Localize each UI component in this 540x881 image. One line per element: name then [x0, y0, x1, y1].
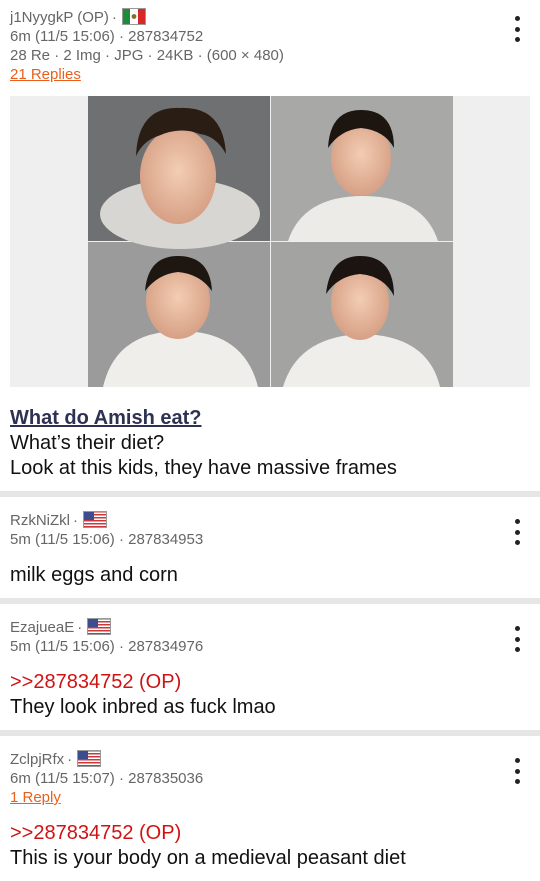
thread-image-thumbnail[interactable]: [10, 96, 530, 387]
reply-post: ZclpjRfx · 6m (11/5 15:07) · 287835036 1 …: [0, 736, 540, 881]
poster-name[interactable]: RzkNiZkl: [10, 512, 70, 529]
post-timestamp-id: 6m (11/5 15:06) · 287834752: [10, 28, 204, 45]
overflow-menu-icon[interactable]: [512, 626, 522, 652]
post-text-line: They look inbred as fuck lmao: [10, 696, 276, 718]
usa-flag-icon: [77, 750, 102, 767]
poster-name[interactable]: j1NyygkP (OP): [10, 9, 109, 26]
overflow-menu-icon[interactable]: [512, 519, 522, 545]
quote-link[interactable]: >>287834752 (OP): [10, 821, 530, 846]
post-timestamp-id: 5m (11/5 15:06) · 287834953: [10, 531, 204, 548]
reply-post: RzkNiZkl · 5m (11/5 15:06) · 287834953 mi…: [0, 497, 540, 598]
poster-name[interactable]: EzajueaE: [10, 619, 74, 636]
post-text-line: Look at this kids, they have massive fra…: [10, 457, 397, 479]
replies-link[interactable]: 21 Replies: [10, 65, 530, 84]
post-header: RzkNiZkl ·: [10, 511, 530, 530]
overflow-menu-icon[interactable]: [512, 16, 522, 42]
poster-name[interactable]: ZclpjRfx: [10, 751, 64, 768]
post-header: j1NyygkP (OP) ·: [10, 8, 530, 27]
post-op: j1NyygkP (OP) · 6m (11/5 15:06) · 2878347…: [0, 0, 540, 491]
image-collage: [87, 96, 453, 387]
post-text-line: What’s their diet?: [10, 432, 165, 454]
replies-link[interactable]: 1 Reply: [10, 788, 530, 807]
reply-post: EzajueaE · 5m (11/5 15:06) · 287834976 >>…: [0, 604, 540, 730]
overflow-menu-icon[interactable]: [512, 758, 522, 784]
post-text-line: This is your body on a medieval peasant …: [10, 847, 406, 869]
post-text-line: milk eggs and corn: [10, 564, 178, 586]
post-timestamp-id: 5m (11/5 15:06) · 287834976: [10, 638, 204, 655]
thread-subject: What do Amish eat?: [10, 407, 202, 429]
usa-flag-icon: [83, 511, 107, 528]
post-header: EzajueaE ·: [10, 618, 530, 637]
quote-link[interactable]: >>287834752 (OP): [10, 670, 530, 695]
post-header: ZclpjRfx ·: [10, 750, 530, 769]
mexico-flag-icon: [121, 8, 146, 25]
usa-flag-icon: [87, 618, 112, 635]
thread-stats: 28 Re · 2 Img · JPG · 24KB · (600 × 480): [10, 47, 284, 64]
post-timestamp-id: 6m (11/5 15:07) · 287835036: [10, 770, 204, 787]
